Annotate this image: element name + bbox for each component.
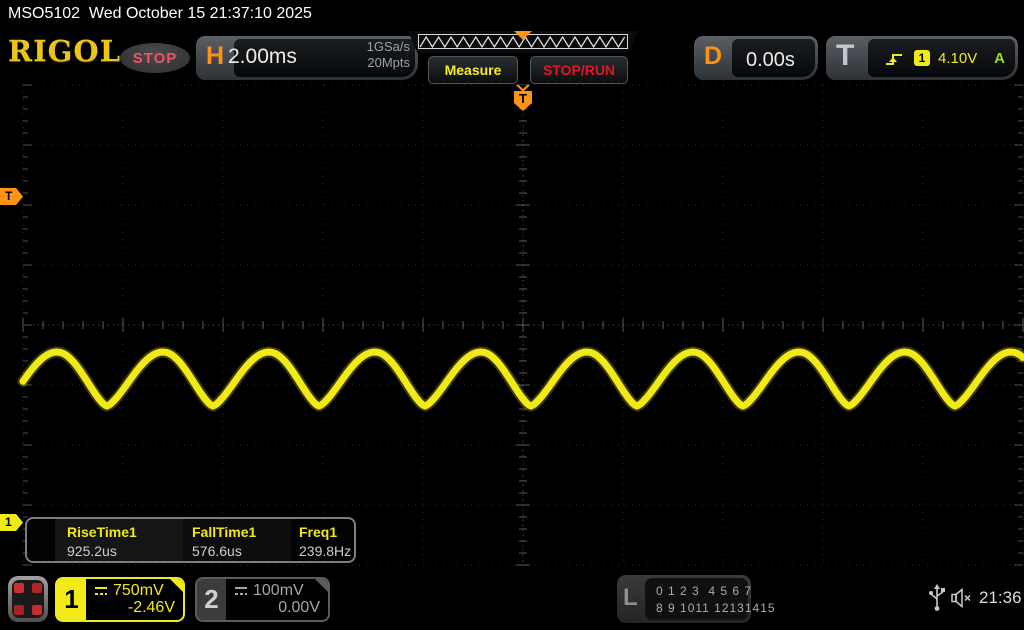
logic-label: L [623, 584, 638, 611]
acquisition-rates: 1GSa/s 20Mpts [367, 39, 410, 71]
grid-square-icon [32, 583, 42, 593]
measurement-name: RiseTime1 [67, 524, 137, 540]
usb-icon [929, 584, 945, 611]
run-state-label: STOP [132, 49, 178, 67]
channel1-number: 1 [57, 579, 86, 620]
graticule-grid [17, 84, 1024, 566]
function-grid-icon[interactable] [8, 576, 48, 622]
horizontal-panel[interactable]: H 2.00ms 1GSa/s 20Mpts [196, 36, 418, 80]
dc-coupling-icon [235, 587, 247, 595]
overview-position-icon[interactable] [514, 31, 532, 40]
delay-panel[interactable]: D 0.00s [694, 36, 818, 80]
logic-row-2: 8 9 1011 12131415 [656, 601, 776, 615]
channel2-scale: 100mV [253, 582, 304, 599]
grid-square-icon [32, 605, 42, 615]
waveform-overview-strip[interactable] [408, 31, 638, 53]
logic-channel-list: 0 1 2 3 4 5 6 7 8 9 1011 12131415 [645, 578, 776, 620]
dc-coupling-icon [95, 587, 107, 595]
trigger-label: T [836, 39, 855, 72]
logic-channels-tab[interactable]: L 0 1 2 3 4 5 6 7 8 9 1011 12131415 [617, 575, 776, 623]
trigger-position-arrow-icon [516, 85, 530, 92]
channel2-number: 2 [197, 579, 226, 620]
grid-square-icon [14, 605, 24, 615]
channel1-readout: 750mV -2.46V [86, 579, 183, 620]
graticule-area: T T 1 RiseTime1 925.2us FallTime1 576.6u… [0, 84, 1024, 566]
trigger-position-badge: T [514, 91, 532, 111]
oscilloscope-screen: MSO5102 Wed October 15 21:37:10 2025 RIG… [0, 0, 1024, 630]
trigger-position-marker[interactable]: T [514, 85, 532, 111]
timebase-value: 2.00ms [228, 45, 297, 68]
top-control-bar: RIGOL STOP H 2.00ms 1GSa/s 20Mpts Measur… [0, 28, 1024, 84]
channel1-status-tab[interactable]: 1 750mV -2.46V [55, 577, 185, 622]
delay-value: 0.00s [746, 49, 795, 71]
channel2-readout: 100mV 0.00V [226, 579, 328, 620]
mute-icon[interactable] [950, 587, 974, 609]
channel1-scale: 750mV [113, 582, 164, 599]
measurement-name: FallTime1 [192, 524, 257, 540]
sample-rate: 1GSa/s [366, 39, 410, 54]
channel1-offset: -2.46V [127, 599, 175, 616]
trigger-sweep-mode: A [994, 50, 1005, 67]
run-state-badge: STOP [120, 43, 190, 73]
horizontal-label: H [206, 42, 225, 70]
trigger-source-badge: 1 [914, 50, 930, 66]
measurement-value: 925.2us [67, 543, 117, 559]
delay-label: D [704, 42, 723, 70]
rising-edge-icon [886, 54, 902, 65]
memory-depth: 20Mpts [367, 55, 410, 70]
channel2-status-tab[interactable]: 2 100mV 0.00V [195, 577, 330, 622]
channel2-offset: 0.00V [278, 599, 320, 616]
measurement-value: 239.8Hz [299, 543, 352, 559]
brand-logo: RIGOL [8, 34, 122, 68]
measurement-readout-panel[interactable]: RiseTime1 925.2us FallTime1 576.6us Freq… [25, 517, 356, 563]
logic-row-1: 0 1 2 3 4 5 6 7 [656, 584, 753, 598]
title-bar: MSO5102 Wed October 15 21:37:10 2025 [0, 0, 1024, 28]
trigger-panel[interactable]: T 1 4.10V A [826, 36, 1018, 80]
trigger-level-value: 4.10V [938, 50, 978, 67]
clock: 21:36 [979, 588, 1022, 607]
measure-button[interactable]: Measure [428, 56, 518, 84]
bottom-status-bar: 1 750mV -2.46V 2 100mV 0.00V L 0 1 2 3 4… [0, 566, 1024, 630]
measurement-value: 576.6us [192, 543, 242, 559]
grid-square-icon [14, 583, 24, 593]
model-and-datetime: MSO5102 Wed October 15 21:37:10 2025 [8, 5, 312, 22]
stop-run-button[interactable]: STOP/RUN [530, 56, 628, 84]
measurement-name: Freq1 [299, 524, 338, 540]
